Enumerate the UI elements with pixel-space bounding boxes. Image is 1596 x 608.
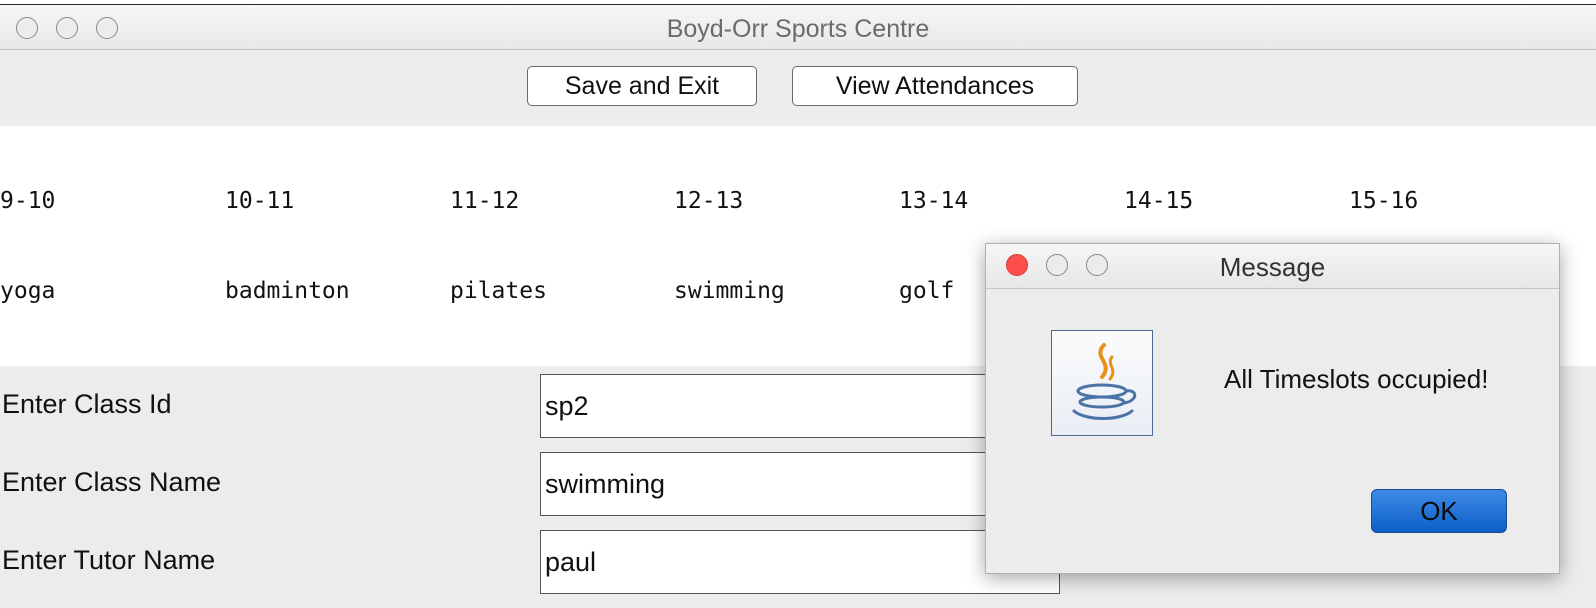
timeslot-time: 15-16 <box>1349 188 1419 214</box>
timeslot-time: 11-12 <box>450 188 520 214</box>
class-id-label: Enter Class Id <box>2 389 172 419</box>
window-titlebar[interactable]: Boyd-Orr Sports Centre <box>0 5 1596 50</box>
dialog-titlebar[interactable]: Message <box>986 244 1559 289</box>
toolbar: Save and Exit View Attendances <box>0 50 1596 126</box>
tutor-name-label: Enter Tutor Name <box>2 545 216 575</box>
tutor-name-input[interactable] <box>540 530 1060 594</box>
timeslot-class: swimming <box>674 278 785 304</box>
timeslot-time: 12-13 <box>674 188 744 214</box>
timeslot-class: pilates <box>450 278 547 304</box>
timeslot-time: 9-10 <box>0 188 56 214</box>
timeslot-class: badminton <box>225 278 350 304</box>
class-name-label: Enter Class Name <box>2 467 222 497</box>
class-id-input[interactable] <box>540 374 1060 438</box>
dialog-message: All Timeslots occupied! <box>1224 364 1489 394</box>
java-icon <box>1051 330 1153 436</box>
window-title: Boyd-Orr Sports Centre <box>666 15 930 43</box>
save-and-exit-button[interactable]: Save and Exit <box>527 66 757 106</box>
dialog-title: Message <box>1219 252 1326 282</box>
view-attendances-button[interactable]: View Attendances <box>792 66 1078 106</box>
class-name-input[interactable] <box>540 452 1060 516</box>
timeslot-class: yoga <box>0 278 56 304</box>
timeslot-time: 14-15 <box>1124 188 1194 214</box>
ok-button[interactable]: OK <box>1371 489 1507 533</box>
timeslot-time: 13-14 <box>899 188 969 214</box>
message-dialog: Message All Timeslots occupied! OK <box>985 243 1560 574</box>
timeslot-time: 10-11 <box>225 188 295 214</box>
